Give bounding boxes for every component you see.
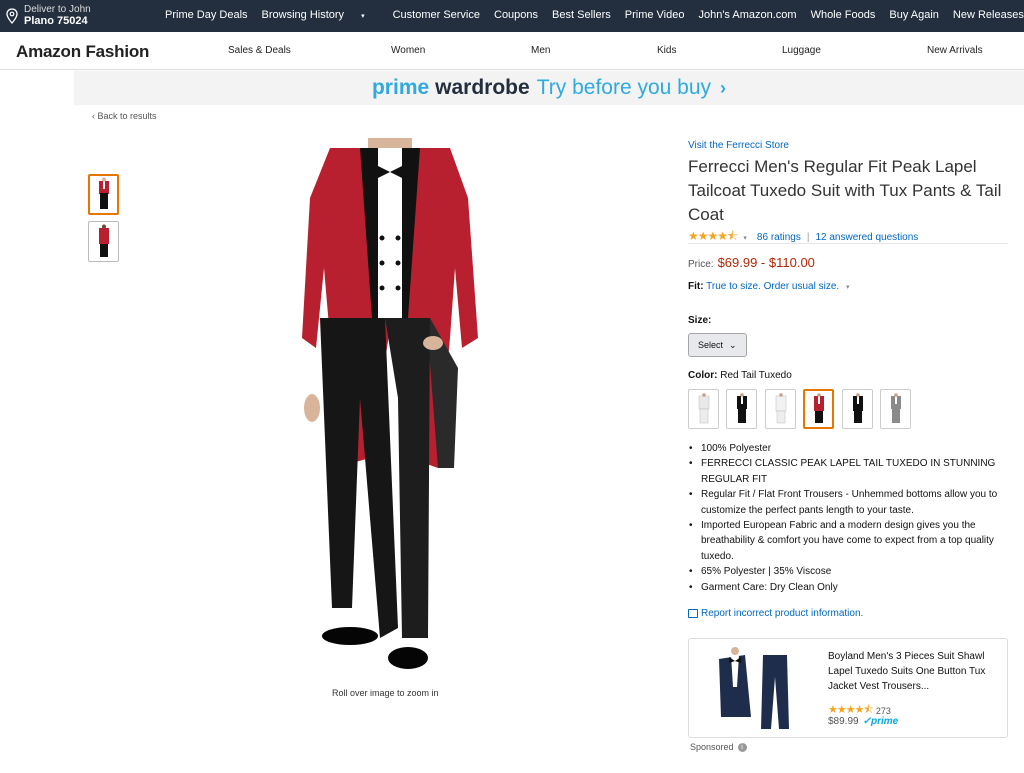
chevron-down-icon: ⌄ xyxy=(729,339,737,350)
nav-link-coupons[interactable]: Coupons xyxy=(494,9,538,21)
swatch-black-suit-image xyxy=(736,393,747,423)
price-label: Price: xyxy=(688,259,714,270)
fit-value-link[interactable]: True to size. Order usual size. xyxy=(706,281,839,292)
feature-bullet: Garment Care: Dry Clean Only xyxy=(688,580,1006,596)
banner-wardrobe: wardrobe xyxy=(435,76,530,99)
price-row: Price: $69.99 - $110.00 xyxy=(688,255,815,270)
color-row: Color: Red Tail Tuxedo xyxy=(688,370,792,381)
swatch-white-tail-image xyxy=(775,393,786,424)
swatch-white-suit-image xyxy=(698,393,709,424)
nav-link-best-sellers[interactable]: Best Sellers xyxy=(552,9,611,21)
visit-store-link[interactable]: Visit the Ferrecci Store xyxy=(688,140,789,151)
nav-link-browsing-history-label: Browsing History xyxy=(261,9,345,21)
top-nav-bar: Deliver to John Plano 75024 Prime Day De… xyxy=(0,0,1024,32)
nav-links: Prime Day Deals Browsing History ▾ Custom… xyxy=(165,9,1024,21)
sponsored-product-title[interactable]: Boyland Men's 3 Pieces Suit Shawl Lapel … xyxy=(828,649,998,694)
banner-tagline: Try before you buy xyxy=(536,76,712,99)
feature-bullet: FERRECCI CLASSIC PEAK LAPEL TAIL TUXEDO … xyxy=(688,456,1006,487)
color-label: Color: xyxy=(688,370,718,381)
answered-questions-link[interactable]: 12 answered questions xyxy=(815,232,918,243)
sponsored-product-image xyxy=(719,647,789,729)
deliver-zip: Plano 75024 xyxy=(24,15,88,27)
caret-down-icon: ▾ xyxy=(361,13,365,20)
separator: | xyxy=(806,232,810,243)
divider xyxy=(688,243,1008,244)
rating-row: ★★★★⯪ ▾ 86 ratings | 12 answered questio… xyxy=(688,227,918,248)
product-title: Ferrecci Men's Regular Fit Peak Lapel Ta… xyxy=(688,157,1002,224)
subnav-women[interactable]: Women xyxy=(391,45,425,56)
feature-bullet: Imported European Fabric and a modern de… xyxy=(688,518,1006,564)
nav-link-prime-day-deals[interactable]: Prime Day Deals xyxy=(165,9,248,21)
nav-link-johns-amazon[interactable]: John's Amazon.com xyxy=(698,9,796,21)
sponsored-price-row: $89.99 ✓prime xyxy=(828,716,898,727)
size-select-value: Select xyxy=(698,340,724,350)
subnav-sales-deals[interactable]: Sales & Deals xyxy=(228,45,291,56)
swatch-white-suit[interactable] xyxy=(688,389,719,429)
feature-bullet: Regular Fit / Flat Front Trousers - Unhe… xyxy=(688,487,1006,518)
amazon-fashion-logo[interactable]: Amazon Fashion xyxy=(16,42,149,62)
subnav-luggage[interactable]: Luggage xyxy=(782,45,821,56)
subnav-kids[interactable]: Kids xyxy=(657,45,676,56)
swatch-red-tail-image xyxy=(813,393,824,423)
sponsored-text: Sponsored xyxy=(690,742,734,752)
back-to-results-link[interactable]: ‹ Back to results xyxy=(92,111,157,121)
swatch-red-tail[interactable] xyxy=(803,389,834,429)
sponsored-price: $89.99 xyxy=(828,716,859,727)
fashion-subnav: Amazon Fashion Sales & Deals Women Men K… xyxy=(0,32,1024,70)
sponsored-label: Sponsored i xyxy=(690,742,747,752)
banner-prime: prime xyxy=(371,76,430,99)
thumbnail-tuxedo-back-image xyxy=(98,224,109,257)
report-icon xyxy=(688,609,698,618)
swatch-grey-suit-image xyxy=(890,393,901,423)
prime-badge-icon: ✓prime xyxy=(862,716,899,727)
report-link-text: Report incorrect product information. xyxy=(701,608,864,619)
feature-bullet: 100% Polyester xyxy=(688,441,1006,457)
main-product-image[interactable] xyxy=(290,138,490,683)
price-value: $69.99 - $110.00 xyxy=(717,255,815,270)
ratings-count-link[interactable]: 86 ratings xyxy=(757,232,801,243)
feature-bullets: 100% Polyester FERRECCI CLASSIC PEAK LAP… xyxy=(688,441,1006,595)
nav-link-buy-again[interactable]: Buy Again xyxy=(889,9,939,21)
deliver-to-location[interactable]: Deliver to John Plano 75024 xyxy=(5,4,91,28)
size-select[interactable]: Select ⌄ xyxy=(688,333,747,357)
subnav-men[interactable]: Men xyxy=(531,45,550,56)
size-label: Size: xyxy=(688,315,712,326)
nav-link-new-releases[interactable]: New Releases xyxy=(953,9,1024,21)
zoom-hint: Roll over image to zoom in xyxy=(332,688,439,698)
sponsored-rating-count: 273 xyxy=(875,705,891,716)
star-rating-icon[interactable]: ★★★★⯪ xyxy=(688,227,738,248)
subnav-new-arrivals[interactable]: New Arrivals xyxy=(927,45,983,56)
deliver-label: Deliver to John xyxy=(24,4,91,15)
swatch-black-tail-image xyxy=(852,393,863,423)
chevron-down-icon[interactable]: ▾ xyxy=(743,234,747,242)
chevron-right-icon: › xyxy=(720,77,727,98)
nav-link-prime-video[interactable]: Prime Video xyxy=(625,9,685,21)
swatch-black-tail[interactable] xyxy=(842,389,873,429)
fit-row: Fit: True to size. Order usual size. ▾ xyxy=(688,281,849,292)
color-value: Red Tail Tuxedo xyxy=(720,370,792,381)
thumbnail-tuxedo-image xyxy=(98,177,109,209)
nav-link-whole-foods[interactable]: Whole Foods xyxy=(811,9,876,21)
report-incorrect-info-link[interactable]: Report incorrect product information. xyxy=(688,608,863,619)
fit-label: Fit: xyxy=(688,281,704,292)
nav-link-customer-service[interactable]: Customer Service xyxy=(393,9,480,21)
sponsored-product-card[interactable]: Boyland Men's 3 Pieces Suit Shawl Lapel … xyxy=(688,638,1008,738)
swatch-black-suit[interactable] xyxy=(726,389,757,429)
nav-link-browsing-history[interactable]: Browsing History ▾ xyxy=(262,9,379,21)
location-pin-icon xyxy=(6,8,18,24)
swatch-grey-suit[interactable] xyxy=(880,389,911,429)
chevron-down-icon[interactable]: ▾ xyxy=(846,284,850,291)
prime-wardrobe-banner[interactable]: prime wardrobe Try before you buy › xyxy=(74,71,1024,105)
feature-bullet: 65% Polyester | 35% Viscose xyxy=(688,564,1006,580)
info-icon[interactable]: i xyxy=(737,742,747,752)
thumbnail-front-view[interactable] xyxy=(88,174,119,215)
thumbnail-back-view[interactable] xyxy=(88,221,119,262)
swatch-white-tail[interactable] xyxy=(765,389,796,429)
